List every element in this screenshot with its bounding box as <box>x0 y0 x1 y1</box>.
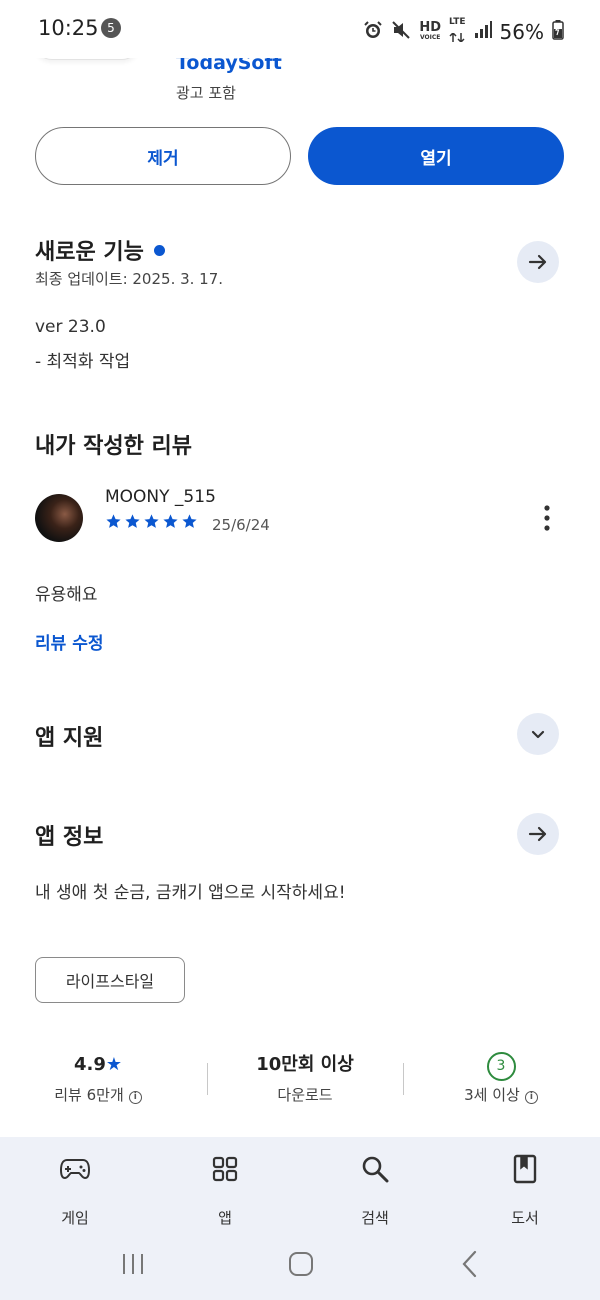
nav-label-apps: 앱 <box>218 1209 232 1227</box>
back-icon <box>462 1250 477 1278</box>
arrow-right-icon <box>528 254 547 270</box>
notification-count-badge: 5 <box>101 18 121 38</box>
info-icon: i <box>524 1091 538 1104</box>
gamepad-icon <box>60 1159 90 1180</box>
nav-item-games[interactable]: 게임 <box>15 1151 135 1228</box>
whats-new-header[interactable]: 새로운 기능 <box>35 234 165 266</box>
update-note: - 최적화 작업 <box>35 352 131 372</box>
review-text: 유용해요 <box>35 585 98 605</box>
open-button[interactable]: 열기 <box>308 127 564 185</box>
age-rating-badge: 3 <box>486 1052 516 1081</box>
star-icon <box>125 514 140 528</box>
app-info-arrow-button[interactable] <box>517 813 559 855</box>
recent-apps-icon <box>123 1254 143 1274</box>
my-review-title: 내가 작성한 리뷰 <box>35 434 192 459</box>
whats-new-arrow-button[interactable] <box>517 241 559 283</box>
age-label-row[interactable]: 3세 이상 i <box>403 1084 599 1105</box>
app-support-title[interactable]: 앱 지원 <box>35 720 103 752</box>
last-updated: 최종 업데이트: 2025. 3. 17. <box>35 270 224 288</box>
arrow-right-icon <box>528 826 547 842</box>
rating-stat: 4.9★ 리뷰 6만개 i <box>0 1050 196 1105</box>
nav-label-books: 도서 <box>511 1209 539 1227</box>
star-icon <box>144 514 159 528</box>
downloads-stat: 10만회 이상 다운로드 <box>207 1050 403 1105</box>
book-icon <box>513 1154 537 1184</box>
mute-icon <box>391 20 411 44</box>
hd-voice-icon: HD VOICE <box>419 20 441 41</box>
nav-label-search: 검색 <box>361 1209 389 1227</box>
info-icon: i <box>128 1091 142 1104</box>
review-more-menu-button[interactable] <box>535 503 559 533</box>
back-button[interactable] <box>460 1250 480 1282</box>
battery-charging-icon <box>552 19 564 44</box>
category-chip[interactable]: 라이프스타일 <box>35 957 185 1003</box>
signal-icon <box>474 20 492 43</box>
nav-item-books[interactable]: 도서 <box>465 1151 585 1228</box>
more-vert-icon <box>544 505 550 531</box>
apps-grid-icon <box>212 1156 238 1182</box>
rating-count-label: 리뷰 6만개 <box>54 1086 124 1104</box>
recent-apps-button[interactable] <box>120 1251 146 1281</box>
age-value-row: 3 <box>403 1050 599 1081</box>
battery-percent: 56% <box>499 19 544 44</box>
chevron-down-icon <box>531 730 545 739</box>
alarm-icon <box>363 20 383 44</box>
lte-icon: LTE <box>449 17 466 46</box>
app-description: 내 생애 첫 순금, 금캐기 앱으로 시작하세요! <box>35 883 346 903</box>
age-rating-label: 3세 이상 <box>464 1086 520 1104</box>
nav-label-games: 게임 <box>61 1209 89 1227</box>
new-indicator-dot <box>153 245 165 256</box>
rating-value-row: 4.9★ <box>0 1050 196 1080</box>
nav-item-search[interactable]: 검색 <box>315 1151 435 1228</box>
reviewer-name: MOONY _515 <box>105 487 216 507</box>
whats-new-title: 새로운 기능 <box>35 240 144 265</box>
ads-note: 광고 포함 <box>176 84 236 102</box>
star-icon <box>106 514 121 528</box>
version-text: ver 23.0 <box>35 317 106 337</box>
downloads-value: 10만회 이상 <box>256 1054 354 1075</box>
home-icon <box>289 1252 313 1276</box>
system-navigation-bar <box>0 1237 600 1300</box>
review-date: 25/6/24 <box>212 516 270 534</box>
rating-value: 4.9 <box>73 1054 106 1075</box>
app-info-title[interactable]: 앱 정보 <box>35 819 103 851</box>
star-icon <box>163 514 178 528</box>
rating-label-row[interactable]: 리뷰 6만개 i <box>0 1084 196 1105</box>
avatar <box>35 494 83 542</box>
status-bar: 10:25 5 HD VOICE LTE 56% <box>0 0 600 58</box>
review-stars <box>105 513 198 530</box>
app-support-expand-button[interactable] <box>517 713 559 755</box>
nav-item-apps[interactable]: 앱 <box>165 1151 285 1228</box>
status-icons: HD VOICE LTE 56% <box>363 17 564 46</box>
age-rating-stat: 3 3세 이상 i <box>403 1050 599 1105</box>
downloads-label: 다운로드 <box>277 1086 333 1104</box>
home-button[interactable] <box>288 1251 314 1281</box>
uninstall-button[interactable]: 제거 <box>35 127 291 185</box>
star-icon: ★ <box>105 1054 123 1075</box>
status-time: 10:25 <box>38 16 99 40</box>
edit-review-link[interactable]: 리뷰 수정 <box>35 629 103 654</box>
star-icon <box>182 514 197 528</box>
search-icon <box>362 1156 389 1183</box>
bottom-nav: 게임 앱 검색 도서 <box>0 1137 600 1237</box>
